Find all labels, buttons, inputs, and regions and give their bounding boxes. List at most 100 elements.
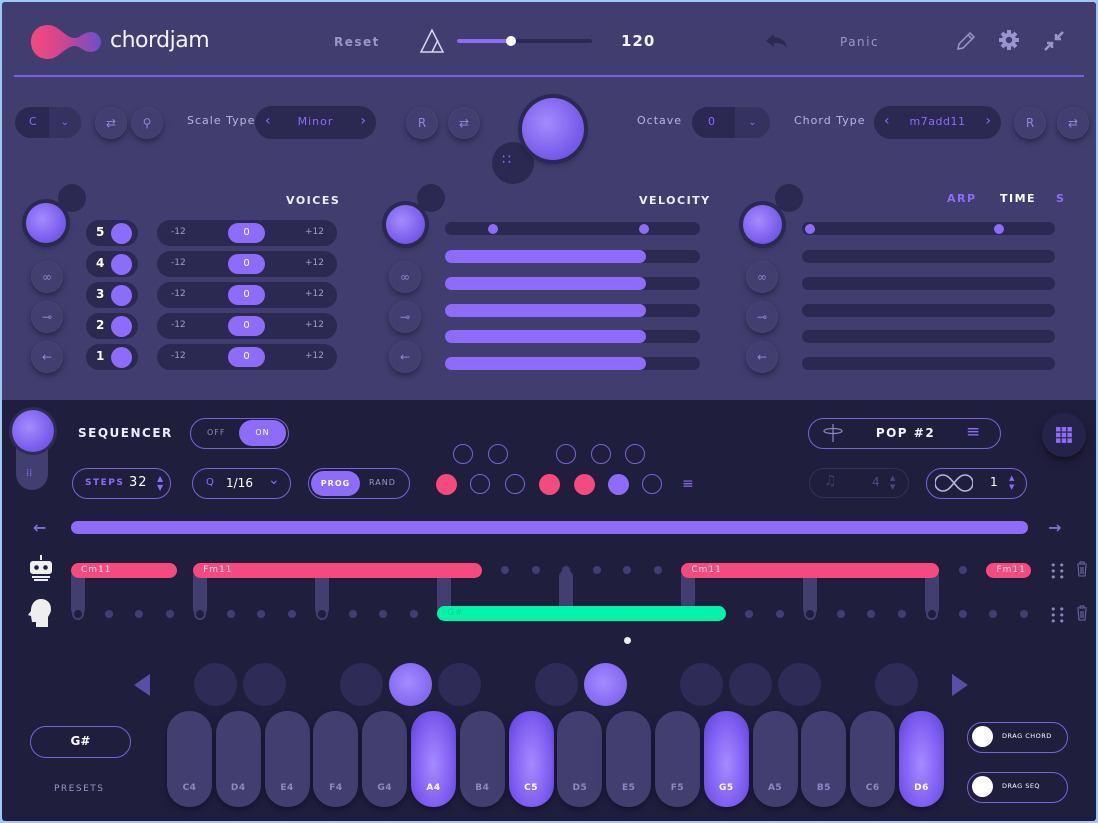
voices-link-button[interactable]: ∞ [31, 261, 63, 293]
sequencer-toggle[interactable]: OFF ON [190, 418, 289, 449]
human-step-dot[interactable] [897, 610, 906, 618]
velocity-back-button[interactable]: ← [389, 341, 421, 373]
voice-transpose-value[interactable]: 0 [228, 254, 265, 274]
piano-black-key[interactable] [438, 663, 481, 706]
voice-toggle-knob[interactable] [111, 223, 132, 244]
arp-range-handle[interactable] [994, 223, 1005, 234]
voice-transpose-slider[interactable]: -12 0 +12 [157, 282, 337, 308]
voice-transpose-value[interactable]: 0 [228, 223, 265, 243]
pattern-step-active[interactable] [539, 474, 560, 495]
piano-black-key[interactable] [340, 663, 383, 706]
voice-toggle-knob[interactable] [111, 347, 132, 368]
chord-swap-button[interactable]: ⇄ [1057, 107, 1089, 139]
pattern-step-active[interactable] [608, 474, 629, 495]
robot-track-drag-handle[interactable]: •• •• •• [1050, 560, 1067, 583]
mode-toggle[interactable]: PROG RAND [308, 468, 410, 499]
undo-icon[interactable] [765, 32, 789, 50]
sequencer-knob[interactable] [12, 410, 54, 452]
piano-black-key[interactable] [584, 663, 627, 706]
robot-step-dot[interactable] [653, 566, 662, 574]
velocity-range-handle[interactable] [488, 223, 499, 234]
voices-back-button[interactable]: ← [31, 341, 63, 373]
beats-stepper[interactable]: ♫ 4 ▲ ▼ [809, 468, 909, 498]
chord-block[interactable]: Cm11 [71, 563, 177, 578]
piano-key-g4[interactable]: G4 [362, 711, 408, 807]
toggle-on[interactable]: ON [239, 420, 286, 446]
human-track-drag-handle[interactable]: •• •• •• [1050, 604, 1067, 627]
piano-key-c4[interactable]: C4 [167, 711, 212, 807]
velocity-knob[interactable] [386, 205, 425, 244]
stepper-arrows-icon[interactable]: ▲ ▼ [157, 474, 163, 492]
piano-key-d6[interactable]: D6 [899, 711, 944, 807]
piano-key-d4[interactable]: D4 [215, 711, 261, 807]
velocity-orb-handle[interactable] [417, 184, 445, 212]
human-step-dot[interactable] [287, 610, 296, 618]
arp-level-slider[interactable] [802, 250, 1055, 263]
robot-step-dot[interactable] [501, 566, 510, 574]
piano-key-c5[interactable]: C5 [508, 711, 554, 807]
piano-key-e4[interactable]: E4 [264, 711, 310, 807]
pencil-icon[interactable] [955, 30, 977, 52]
human-step-dot[interactable] [165, 610, 174, 618]
gear-icon[interactable] [998, 29, 1020, 51]
scale-type-selector[interactable]: ‹ Minor › [255, 106, 376, 139]
octave-select[interactable]: 0 ⌄ [692, 107, 770, 138]
chord-block[interactable]: Fm11 [193, 563, 482, 578]
chord-type-selector[interactable]: ‹ m7add11 › [874, 106, 1001, 139]
pattern-step-empty[interactable] [505, 474, 525, 494]
voice-transpose-value[interactable]: 0 [228, 316, 265, 336]
human-step-dot[interactable] [745, 610, 754, 618]
stepper-arrows-icon[interactable]: ▲ ▼ [1009, 474, 1014, 492]
human-step-dot[interactable] [958, 610, 967, 618]
piano-key-a4[interactable]: A4 [411, 711, 456, 807]
human-step-dot[interactable] [867, 610, 876, 618]
pattern-step-active[interactable] [574, 474, 595, 495]
voice-toggle-knob[interactable] [111, 316, 132, 337]
scroll-right-arrow-icon[interactable]: → [1048, 518, 1061, 537]
piano-key-f4[interactable]: F4 [313, 711, 359, 807]
piano-black-key[interactable] [778, 663, 821, 706]
arp-level-slider[interactable] [802, 330, 1055, 344]
drag-chord-button[interactable]: DRAG CHORD [967, 722, 1068, 753]
arp-link-button[interactable]: ∞ [746, 261, 778, 293]
pattern-step-empty[interactable] [556, 444, 576, 464]
human-step-dot[interactable] [226, 610, 235, 618]
human-track-trash-icon[interactable] [1076, 605, 1088, 621]
pattern-step-active[interactable] [436, 474, 457, 495]
voices-key-button[interactable]: ⊸ [31, 301, 63, 333]
piano-black-key[interactable] [680, 663, 723, 706]
swap-button[interactable]: ⇄ [95, 107, 127, 139]
voice-transpose-value[interactable]: 0 [228, 285, 265, 305]
octave-down-arrow-icon[interactable] [134, 674, 150, 696]
piano-black-key[interactable] [875, 663, 918, 706]
piano-key-b4[interactable]: B4 [459, 711, 505, 807]
piano-key-a5[interactable]: A5 [752, 711, 798, 807]
velocity-key-button[interactable]: ⊸ [389, 301, 421, 333]
panic-button[interactable]: Panic [840, 35, 879, 49]
voice-toggle-knob[interactable] [111, 285, 132, 306]
arp-back-button[interactable]: ← [746, 341, 778, 373]
chevron-right-icon[interactable]: › [985, 113, 991, 129]
voices-orb-handle[interactable] [58, 184, 86, 212]
root-note-select[interactable]: C ⌄ [15, 107, 81, 138]
velocity-level-slider[interactable] [445, 303, 700, 317]
piano-black-key[interactable] [729, 663, 772, 706]
steps-stepper[interactable]: STEPS 32 ▲ ▼ [72, 468, 171, 499]
stepper-arrows-icon[interactable]: ▲ ▼ [890, 474, 895, 492]
human-step-dot[interactable] [135, 610, 144, 618]
scale-swap-button[interactable]: ⇄ [448, 107, 480, 139]
collapse-icon[interactable] [1043, 30, 1065, 52]
voice-transpose-slider[interactable]: -12 0 +12 [157, 220, 337, 246]
voice-toggle-knob[interactable] [111, 254, 132, 275]
center-orb-handle[interactable]: ∷ [492, 142, 534, 184]
robot-track-trash-icon[interactable] [1076, 561, 1088, 577]
piano-key-c6[interactable]: C6 [850, 711, 896, 807]
chord-block[interactable]: Cm11 [681, 563, 940, 578]
human-step-dot[interactable] [257, 610, 266, 618]
scale-random-button[interactable]: R [406, 107, 438, 139]
arp-level-slider[interactable] [802, 303, 1055, 317]
pattern-menu-icon[interactable]: ≡ [682, 476, 694, 492]
center-orb-knob[interactable] [522, 98, 584, 160]
voice-toggle[interactable]: 3 [86, 282, 138, 308]
human-step-dot[interactable] [194, 608, 207, 620]
